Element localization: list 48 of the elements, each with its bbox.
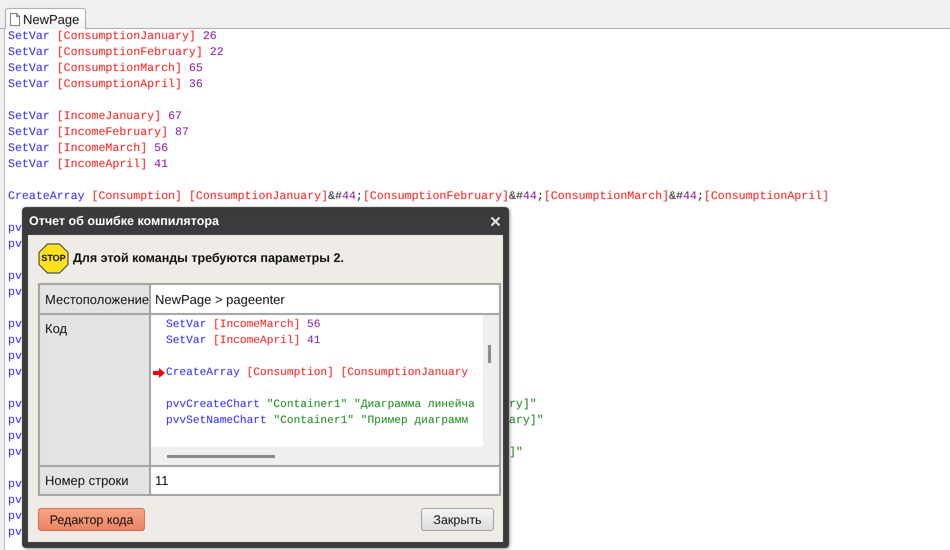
code-line: pv [8, 445, 22, 461]
code-line: pvvSetNameChart "Container1" "Пример диаграмм [166, 415, 468, 427]
code-editor-button[interactable]: Редактор кода [38, 508, 145, 531]
close-icon[interactable] [490, 216, 501, 226]
code-line: SetVar [IncomeMarch] 56 [166, 319, 320, 331]
code-line: CreateArray [Consumption] [ConsumptionJanuary [166, 367, 468, 379]
code-line: SetVar [ConsumptionJanuary] 26 [8, 29, 217, 45]
code-line: SetVar [IncomeApril] 41 [8, 157, 168, 173]
code-line: SetVar [ConsumptionApril] 36 [8, 77, 203, 93]
code-line: pv [8, 397, 22, 413]
field-label: Номер строки [45, 473, 128, 488]
error-message: Для этой команды требуются параметры 2. [73, 251, 344, 265]
code-line: ary]" [508, 413, 544, 429]
code-line: pv [8, 413, 22, 429]
code-line: pv [8, 317, 22, 333]
code-line: pv [8, 237, 22, 253]
code-line: SetVar [IncomeMarch] 56 [8, 141, 168, 157]
code-line: SetVar [ConsumptionFebruary] 22 [8, 45, 224, 61]
scrollbar[interactable] [488, 345, 491, 363]
code-line: pv [8, 477, 22, 493]
code-line: pv [8, 333, 22, 349]
code-line: pv [8, 493, 22, 509]
field-value: NewPage > pageenter [155, 292, 285, 306]
page-tab[interactable]: NewPage [5, 8, 86, 30]
code-line: CreateArray [Consumption] [ConsumptionJanuary]&#44;[ConsumptionFebruary]&#44;[ConsumptionMarch]&#44;[ConsumptionApril] [8, 189, 830, 205]
code-line: pvvCreateChart "Container1" "Диаграмма линейча [166, 399, 475, 411]
code-line: SetVar [ConsumptionMarch] 65 [8, 61, 203, 77]
code-line: pv [8, 349, 22, 365]
code-line: pv [8, 285, 22, 301]
code-line: pv [8, 269, 22, 285]
dialog-title: Отчет об ошибке компилятора [29, 214, 219, 228]
code-line: pv [8, 221, 22, 237]
field-value: 11 [155, 473, 168, 488]
field-label: Местоположение [45, 292, 150, 306]
field-label: Код [45, 321, 68, 336]
code-line: SetVar [IncomeJanuary] 67 [8, 109, 182, 125]
code-line: pv [8, 429, 22, 445]
code-line: ]" [508, 445, 523, 461]
code-line: SetVar [IncomeFebruary] 87 [8, 125, 189, 141]
page-icon [10, 13, 20, 26]
close-button[interactable]: Закрыть [421, 508, 494, 531]
code-line: pv [8, 365, 22, 381]
code-line: pv [8, 509, 22, 525]
code-line: ry]" [508, 397, 537, 413]
code-line: pv [8, 525, 22, 541]
stop-sign: STOP [38, 242, 69, 274]
code-line: SetVar [IncomeApril] 41 [166, 335, 320, 347]
scrollbar[interactable] [167, 455, 275, 458]
